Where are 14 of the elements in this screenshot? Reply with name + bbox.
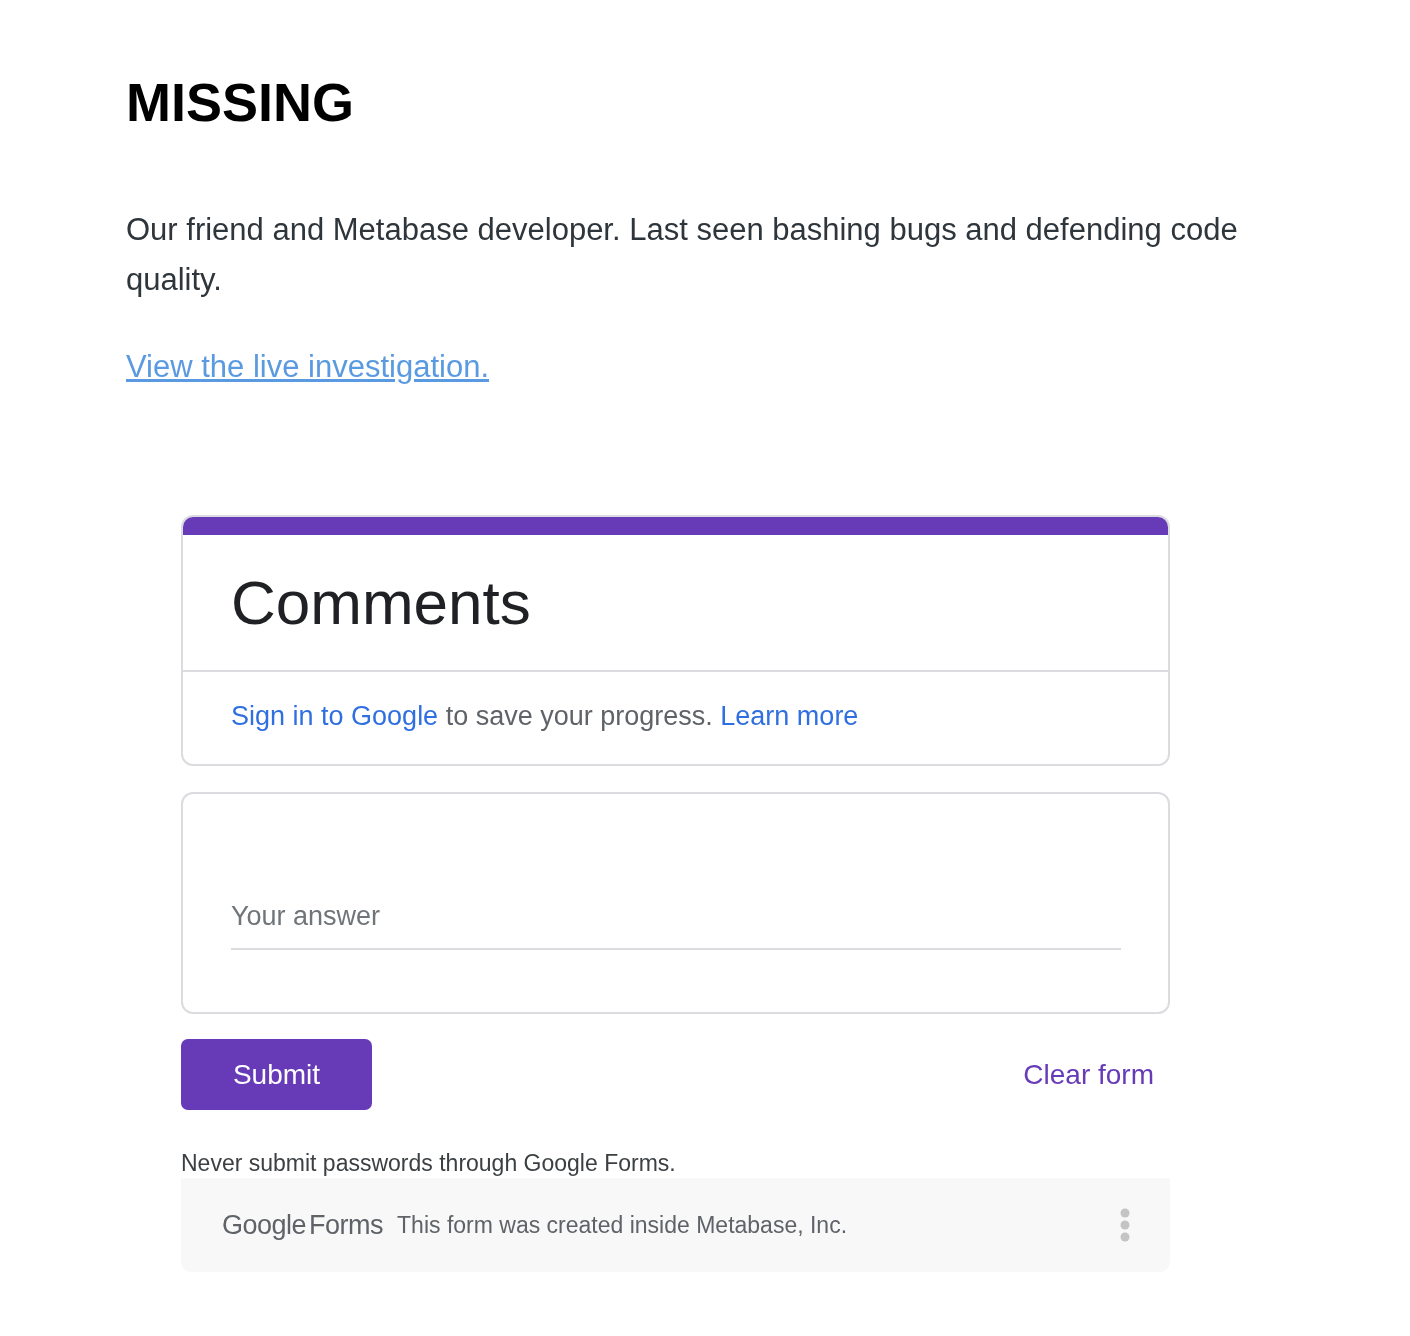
forms-logo: Google Forms — [222, 1208, 384, 1242]
description-text: Our friend and Metabase developer. Last seen bashing bugs and defending code quality. — [126, 211, 1239, 299]
learn-more-link[interactable]: Learn more — [720, 701, 859, 731]
form-title: Comments — [231, 567, 531, 639]
answer-field[interactable]: Your answer — [231, 894, 1121, 950]
sign-in-link[interactable]: Sign in to Google — [231, 701, 439, 731]
submit-button[interactable]: Submit — [181, 1039, 372, 1110]
investigation-link[interactable]: View the live investigation. — [126, 342, 490, 392]
page-heading: MISSING — [126, 71, 356, 134]
clear-form-link[interactable]: Clear form — [1023, 1053, 1154, 1096]
menu-dots-icon[interactable] — [1120, 1208, 1130, 1242]
password-warning: Never submit passwords through Google Forms. — [181, 1149, 676, 1178]
footer-note: This form was created inside Metabase, Inc. — [397, 1210, 848, 1240]
sign-in-notice: Sign in to Google to save your progress. Learn more — [231, 700, 859, 733]
